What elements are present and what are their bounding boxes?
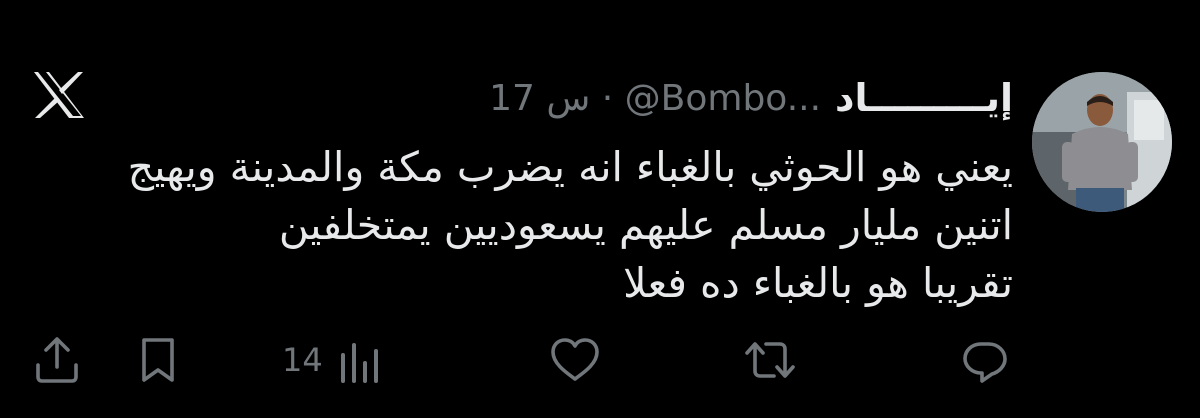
- like-button[interactable]: [548, 330, 602, 390]
- tweet-text: يعني هو الحوثي بالغباء انه يضرب مكة والم…: [23, 138, 1013, 312]
- tweet[interactable]: إيـــــــــاد 17 س · @Bombo... يعني هو ا…: [0, 0, 1200, 418]
- tweet-header: إيـــــــــاد 17 س · @Bombo...: [489, 68, 1013, 128]
- views-icon: [335, 335, 385, 385]
- bookmark-icon: [136, 335, 180, 385]
- views-button[interactable]: 14: [282, 330, 385, 390]
- separator: ·: [601, 77, 614, 119]
- repost-icon: [742, 335, 798, 385]
- tweet-text-line: اتنين مليار مسلم عليهم يسعوديين يمتخلفين: [278, 201, 1013, 249]
- share-button[interactable]: [32, 330, 82, 390]
- avatar[interactable]: [1032, 72, 1172, 212]
- repost-button[interactable]: [742, 330, 798, 390]
- time[interactable]: 17 س: [489, 78, 590, 119]
- x-logo-icon[interactable]: [32, 70, 86, 120]
- display-name[interactable]: إيـــــــــاد: [835, 76, 1013, 120]
- reply-button[interactable]: [960, 330, 1010, 390]
- reply-icon: [960, 335, 1010, 385]
- handle[interactable]: @Bombo...: [625, 78, 821, 119]
- share-icon: [32, 335, 82, 385]
- views-count: 14: [282, 341, 323, 379]
- handle-and-time: 17 س · @Bombo...: [489, 78, 821, 119]
- bookmark-button[interactable]: [136, 330, 180, 390]
- tweet-text-line: تقريبا هو بالغباء ده فعلا: [623, 259, 1013, 307]
- heart-icon: [548, 335, 602, 385]
- action-bar: 14: [0, 330, 1200, 390]
- tweet-text-line: يعني هو الحوثي بالغباء انه يضرب مكة والم…: [127, 143, 1013, 191]
